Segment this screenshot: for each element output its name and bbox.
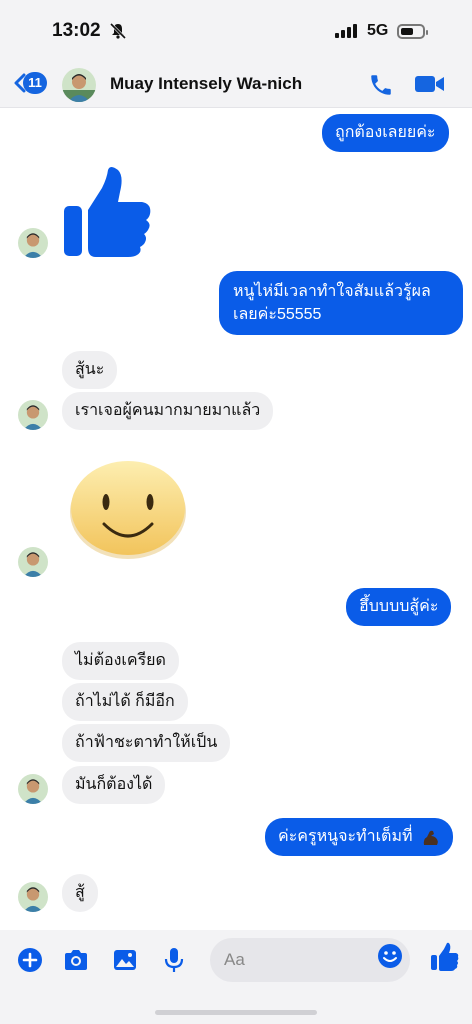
incoming-message[interactable]: มันก็ต้องได้ (62, 766, 166, 804)
contact-name[interactable]: Muay Intensely Wa-nich (110, 74, 302, 94)
status-bar: 13:02 5G (0, 0, 472, 60)
home-indicator (155, 1010, 317, 1015)
incoming-message[interactable]: เราเจอผู้คนมากมายมาแล้ว (62, 392, 274, 430)
emoji-icon[interactable] (376, 942, 404, 970)
avatar[interactable] (18, 882, 48, 912)
outgoing-message[interactable]: ค่ะครูหนูจะทำเต็มที่ (265, 818, 453, 856)
video-camera-icon[interactable] (414, 72, 446, 96)
avatar[interactable] (18, 774, 48, 804)
incoming-message[interactable]: ถ้าไม่ได้ ก็มีอีก (62, 683, 188, 721)
phone-icon[interactable] (368, 72, 394, 98)
incoming-message[interactable]: ไม่ต้องเครียด (62, 642, 179, 680)
unread-count-badge: 11 (23, 72, 47, 94)
incoming-message[interactable]: สู้นะ (62, 351, 118, 389)
contact-avatar[interactable] (62, 68, 96, 102)
back-button[interactable]: 11 (12, 70, 48, 96)
avatar[interactable] (18, 400, 48, 430)
avatar[interactable] (18, 228, 48, 258)
smiley-face-sticker[interactable] (68, 458, 188, 560)
silent-bell-icon (109, 22, 127, 40)
outgoing-message[interactable]: ฮึ้บบบบสู้ค่ะ (346, 588, 452, 626)
incoming-message[interactable]: สู้ (62, 874, 98, 912)
network-label: 5G (367, 22, 389, 39)
large-thumbs-up-sticker[interactable] (62, 166, 152, 258)
plus-circle-icon[interactable] (16, 946, 44, 974)
chat-header: 11 Muay Intensely Wa-nich (0, 60, 472, 108)
message-line: เลยค่ะ55555 (233, 306, 322, 323)
signal-strength-icon (335, 24, 357, 38)
avatar[interactable] (18, 547, 48, 577)
camera-icon[interactable] (62, 946, 90, 974)
battery-icon (397, 24, 428, 39)
outgoing-message[interactable]: หนูไห่มีเวลาทำใจสัมแล้วรู้ผล เลยค่ะ55555 (219, 271, 463, 335)
status-time: 13:02 (52, 20, 101, 41)
thumbs-up-icon[interactable] (429, 942, 459, 972)
message-line: หนูไห่มีเวลาทำใจสัมแล้วรู้ผล (233, 283, 431, 300)
outgoing-message[interactable]: ถูกต้องเลยยค่ะ (322, 114, 449, 152)
message-text: ค่ะครูหนูจะทำเต็มที่ (278, 828, 413, 845)
image-icon[interactable] (111, 946, 139, 974)
flexed-biceps-emoji (423, 830, 438, 845)
microphone-icon[interactable] (160, 946, 188, 974)
message-composer (0, 930, 472, 1024)
incoming-message[interactable]: ถ้าฟ้าชะตาทำให้เป็น (62, 724, 231, 762)
